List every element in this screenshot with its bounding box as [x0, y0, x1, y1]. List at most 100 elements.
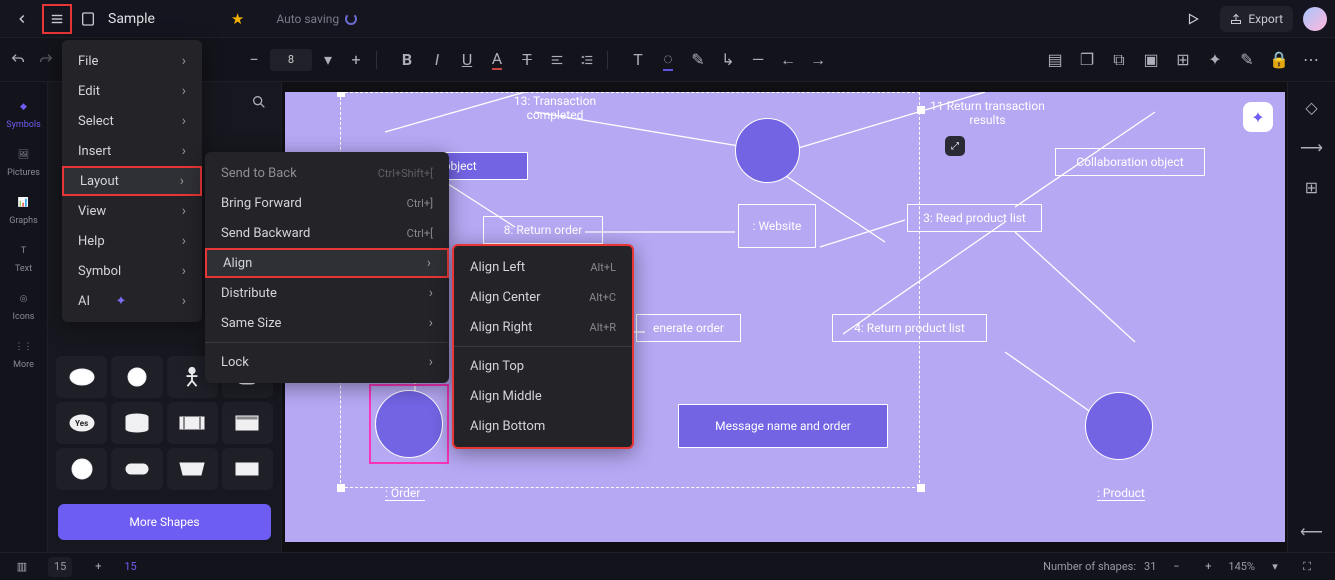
- grid-icon[interactable]: ⊞: [1171, 48, 1195, 72]
- bucket-icon[interactable]: ◇: [1301, 96, 1323, 118]
- shape-yes[interactable]: Yes: [56, 402, 107, 444]
- spark-icon[interactable]: ✦: [1203, 48, 1227, 72]
- align-bottom[interactable]: Align Bottom: [454, 411, 632, 441]
- shape-cylinder[interactable]: [111, 402, 162, 444]
- align-middle[interactable]: Align Middle: [454, 381, 632, 411]
- shape-trapezoid[interactable]: [167, 448, 218, 490]
- bold-icon[interactable]: B: [395, 48, 419, 72]
- sidebar-pictures[interactable]: 🖼 Pictures: [7, 144, 40, 178]
- font-color-icon[interactable]: A: [485, 48, 509, 72]
- shape-ellipse[interactable]: [56, 356, 107, 398]
- shape-subroutine[interactable]: [167, 402, 218, 444]
- sidebar-icons[interactable]: ◎ Icons: [13, 288, 35, 322]
- node-order-label[interactable]: : Order: [385, 486, 425, 501]
- shape-drum[interactable]: [111, 448, 162, 490]
- arrow-end-icon[interactable]: →: [806, 48, 830, 72]
- line-style-icon[interactable]: —: [746, 48, 770, 72]
- fill-color-icon[interactable]: ◌: [656, 48, 680, 72]
- menu-symbol[interactable]: Symbol: [62, 256, 202, 286]
- export-panel-icon[interactable]: ⟶: [1301, 136, 1323, 158]
- increase-font-icon[interactable]: +: [344, 48, 368, 72]
- selection-action-icon[interactable]: ⤢: [945, 136, 965, 156]
- page-field[interactable]: 15: [48, 557, 72, 577]
- text-icon[interactable]: T: [626, 48, 650, 72]
- user-avatar[interactable]: [1303, 7, 1327, 31]
- decrease-font-icon[interactable]: −: [242, 48, 266, 72]
- grid-panel-icon[interactable]: ⊞: [1301, 176, 1323, 198]
- menu-file[interactable]: File: [62, 46, 202, 76]
- favorite-star-icon[interactable]: ★: [231, 10, 244, 28]
- font-size-control[interactable]: − 8 ▾ +: [242, 48, 368, 72]
- search-icon[interactable]: [247, 90, 271, 114]
- node-return-transaction[interactable]: 11 Return transaction results: [910, 97, 1065, 129]
- align-center[interactable]: Align CenterAlt+C: [454, 282, 632, 312]
- group-icon[interactable]: ▣: [1139, 48, 1163, 72]
- font-size-value[interactable]: 8: [270, 49, 312, 71]
- align-left[interactable]: Align LeftAlt+L: [454, 252, 632, 282]
- sel-handle-ne[interactable]: [917, 106, 925, 114]
- menu-select[interactable]: Select: [62, 106, 202, 136]
- zoom-in-icon[interactable]: +: [1196, 555, 1220, 579]
- more-shapes-button[interactable]: More Shapes: [58, 504, 271, 540]
- menu-edit[interactable]: Edit: [62, 76, 202, 106]
- node-product-label[interactable]: : Product: [1097, 486, 1145, 501]
- layout-align[interactable]: Align: [205, 248, 449, 278]
- node-collab-obj-right[interactable]: Collaboration object: [1055, 148, 1205, 176]
- layout-same-size[interactable]: Same Size: [205, 308, 449, 338]
- redo-button[interactable]: [34, 48, 58, 72]
- sidebar-more[interactable]: ⋮⋮ More: [13, 336, 35, 370]
- collapse-panel-icon[interactable]: ⟵: [1301, 520, 1323, 542]
- shape-rect[interactable]: [222, 448, 273, 490]
- copy-icon[interactable]: ⧉: [1107, 48, 1131, 72]
- arrow-start-icon[interactable]: ←: [776, 48, 800, 72]
- node-read-product-list[interactable]: 3: Read product list: [907, 204, 1042, 232]
- main-menu-button[interactable]: [42, 4, 72, 34]
- strikethrough-icon[interactable]: T: [515, 48, 539, 72]
- layers-icon[interactable]: ❐: [1075, 48, 1099, 72]
- layout-icon[interactable]: ▤: [1043, 48, 1067, 72]
- layout-bring-forward[interactable]: Bring ForwardCtrl+]: [205, 188, 449, 218]
- connector-icon[interactable]: ↳: [716, 48, 740, 72]
- zoom-dropdown-icon[interactable]: ▾: [1263, 555, 1287, 579]
- align-top[interactable]: Align Top: [454, 351, 632, 381]
- play-button[interactable]: [1176, 6, 1210, 32]
- sel-handle-se[interactable]: [917, 484, 925, 492]
- edit-icon[interactable]: ✎: [1235, 48, 1259, 72]
- shape-circle[interactable]: [111, 356, 162, 398]
- align-right[interactable]: Align RightAlt+R: [454, 312, 632, 342]
- lock-icon[interactable]: 🔒: [1267, 48, 1291, 72]
- pink-selection[interactable]: [369, 384, 449, 464]
- menu-insert[interactable]: Insert: [62, 136, 202, 166]
- underline-icon[interactable]: U: [455, 48, 479, 72]
- dropdown-icon[interactable]: ▾: [316, 48, 340, 72]
- shape-card[interactable]: [222, 402, 273, 444]
- sidebar-symbols[interactable]: ◆ Symbols: [6, 96, 41, 130]
- layout-lock[interactable]: Lock: [205, 347, 449, 377]
- more-icon[interactable]: ⋯: [1299, 48, 1323, 72]
- pen-icon[interactable]: ✎: [686, 48, 710, 72]
- pages-icon[interactable]: ▥: [10, 555, 34, 579]
- menu-help[interactable]: Help: [62, 226, 202, 256]
- sel-handle-sw[interactable]: [337, 484, 345, 492]
- zoom-out-icon[interactable]: −: [1164, 555, 1188, 579]
- current-page[interactable]: 15: [124, 560, 136, 573]
- node-product-circle[interactable]: [1085, 392, 1153, 460]
- add-page-icon[interactable]: +: [86, 555, 110, 579]
- line-height-icon[interactable]: [575, 48, 599, 72]
- menu-view[interactable]: View: [62, 196, 202, 226]
- sidebar-graphs[interactable]: 📊 Graphs: [9, 192, 38, 226]
- menu-layout[interactable]: Layout: [62, 166, 202, 196]
- ai-spark-icon[interactable]: ✦: [1243, 102, 1273, 132]
- back-button[interactable]: [8, 5, 36, 33]
- zoom-value[interactable]: 145%: [1228, 560, 1255, 573]
- layout-send-to-back[interactable]: Send to BackCtrl+Shift+[: [205, 158, 449, 188]
- layout-send-backward[interactable]: Send BackwardCtrl+[: [205, 218, 449, 248]
- menu-ai[interactable]: AI✦: [62, 286, 202, 316]
- shape-circle2[interactable]: [56, 448, 107, 490]
- export-button[interactable]: Export: [1220, 6, 1293, 32]
- italic-icon[interactable]: I: [425, 48, 449, 72]
- sel-handle-nw[interactable]: [337, 92, 345, 97]
- sidebar-text[interactable]: T Text: [13, 240, 35, 274]
- fullscreen-icon[interactable]: ⛶: [1295, 555, 1319, 579]
- layout-distribute[interactable]: Distribute: [205, 278, 449, 308]
